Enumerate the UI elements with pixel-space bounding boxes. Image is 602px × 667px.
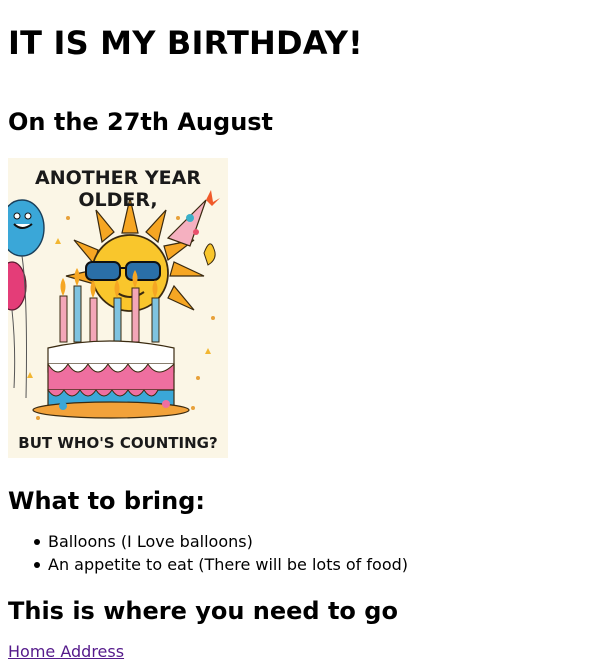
birthday-card-image: ANOTHER YEAR OLDER, BUT WHO'S COUNTING? [8,158,228,458]
page: IT IS MY BIRTHDAY! On the 27th August AN… [0,0,602,662]
date-heading: On the 27th August [8,108,274,136]
home-address-link[interactable]: Home Address [8,642,124,662]
list-item: An appetite to eat (There will be lots o… [8,553,594,576]
card-top-text-2: OLDER, [78,189,157,211]
list-item: Balloons (I Love balloons) [8,530,594,553]
card-bottom-text: BUT WHO'S COUNTING? [18,434,217,452]
page-title: IT IS MY BIRTHDAY! [8,24,363,62]
bring-heading: What to bring: [8,487,206,515]
bring-list: Balloons (I Love balloons) An appetite t… [8,516,594,576]
directions-heading: This is where you need to go [8,597,398,625]
card-top-text-1: ANOTHER YEAR [35,167,201,189]
